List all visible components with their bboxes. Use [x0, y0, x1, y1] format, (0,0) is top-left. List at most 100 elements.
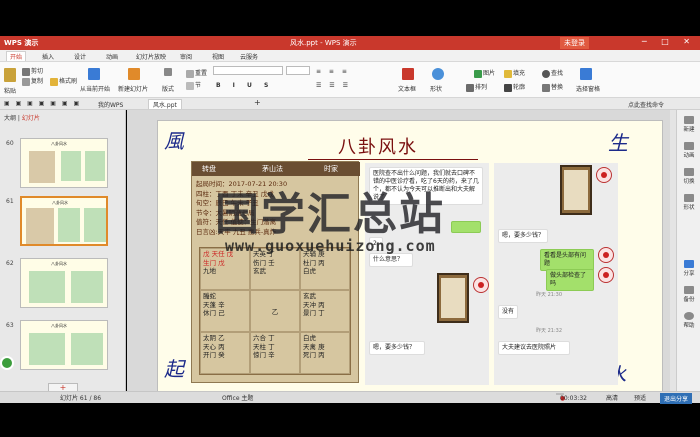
new-tab-icon[interactable]: +	[254, 98, 261, 107]
fill-button[interactable]: 填充	[504, 68, 525, 78]
replace-button[interactable]: 替换	[542, 82, 563, 92]
new-icon	[684, 116, 694, 124]
fill-label: 填充	[513, 70, 526, 77]
right-tool-new[interactable]: 新建	[679, 116, 699, 133]
tab-my-wps[interactable]: 我的WPS	[98, 100, 123, 109]
section-button[interactable]: 节	[186, 80, 201, 90]
right-tool-share[interactable]: 分享	[679, 260, 699, 277]
right-tool-backup[interactable]: 备份	[679, 286, 699, 303]
window-controls[interactable]: ─ □ ✕	[642, 37, 696, 46]
floating-assistant-icon[interactable]	[0, 356, 14, 370]
right-tool-shape[interactable]: 形状	[679, 194, 699, 211]
right-tool-panel: 新建 动画 切换 形状 分享 备份 帮助	[676, 110, 700, 397]
select-pane-button[interactable]	[580, 68, 593, 80]
text-format-buttons[interactable]: B I U S	[216, 82, 273, 89]
menu-slideshow[interactable]: 幻灯片放映	[136, 52, 166, 61]
format-painter-button[interactable]: 格式刷	[50, 76, 77, 86]
layout-label: 版式	[162, 86, 175, 93]
replace-icon	[542, 83, 550, 92]
exit-share-button[interactable]: 退出分享	[660, 393, 693, 404]
chat-timestamp: 昨天 21:30	[536, 292, 562, 298]
chat-message: 看看是头部有问题	[540, 249, 594, 271]
paste-button[interactable]	[4, 68, 17, 82]
font-size-select[interactable]	[286, 66, 310, 75]
menu-animation[interactable]: 动画	[106, 52, 118, 61]
fill-icon	[504, 69, 512, 78]
find-label: 查找	[551, 70, 564, 77]
menu-review[interactable]: 审阅	[180, 52, 192, 61]
format-painter-label: 格式刷	[59, 78, 78, 85]
shape-icon	[684, 194, 694, 202]
slide-number: 63	[6, 322, 14, 329]
status-bar: 幻灯片 61 / 86 Office 主题 ● 00:03:32 高清 预适 退…	[0, 391, 700, 404]
title-bar: WPS 演示 风水.ppt - WPS 演示 未登录 ─ □ ✕	[0, 36, 700, 50]
slide-thumbnail[interactable]: 八卦风水	[20, 138, 108, 188]
reset-label: 重置	[195, 70, 208, 77]
menu-insert[interactable]: 插入	[42, 52, 54, 61]
command-search[interactable]: 点此查找命令	[628, 100, 664, 109]
watermark-text: 国学汇总站	[215, 189, 445, 240]
palace-cell: 螣蛇 天蓬 辛 休门 己	[200, 290, 250, 332]
play-icon	[88, 68, 100, 80]
menu-home[interactable]: 开始	[6, 51, 27, 61]
textbox-button[interactable]	[402, 68, 415, 80]
picture-button[interactable]: 图片	[474, 68, 495, 78]
paste-label: 粘贴	[4, 88, 17, 95]
quick-access-toolbar[interactable]: ▣ ▣ ▣ ▣ ▣ ▣ ▣	[4, 100, 81, 107]
slide-thumbnail[interactable]: 八卦风水	[20, 320, 108, 370]
menu-view[interactable]: 视图	[212, 52, 224, 61]
paragraph-list-buttons[interactable]: ☰ ☰ ☰	[316, 82, 351, 89]
find-button[interactable]: 查找	[542, 68, 563, 78]
tab-outline[interactable]: 大纲	[4, 115, 16, 122]
palace-cell: 玄武 天冲 丙 景门 丁	[300, 290, 350, 332]
slide-thumbnail[interactable]: 八卦风水	[20, 258, 108, 308]
right-tool-animation[interactable]: 动画	[679, 142, 699, 159]
new-slide-label: 新建幻灯片	[118, 86, 149, 93]
reset-button[interactable]: 重置	[186, 68, 207, 78]
paragraph-align-buttons[interactable]: ≡ ≡ ≡	[316, 68, 350, 75]
chat-message: 做头部检查了吗	[546, 269, 594, 291]
transition-icon	[684, 168, 694, 176]
watermark-url: www.guoxuehuizong.com	[225, 237, 436, 255]
slide-number: 60	[6, 140, 14, 147]
chat-image	[560, 165, 592, 215]
shape-button[interactable]: 形状	[430, 84, 442, 93]
title-underline	[308, 159, 478, 160]
shape-icon	[432, 68, 445, 80]
outline-label: 轮廓	[513, 84, 526, 91]
tab-shijia: 时家	[324, 165, 338, 173]
document-tabs: ▣ ▣ ▣ ▣ ▣ ▣ ▣ 我的WPS 风水.ppt + 点此查找命令	[0, 98, 700, 110]
right-tool-transition[interactable]: 切换	[679, 168, 699, 185]
slide-thumbnail-selected[interactable]: 八卦风水	[20, 196, 108, 246]
tab-slides[interactable]: 幻灯片	[22, 115, 40, 122]
quality-button[interactable]: 高清	[606, 393, 618, 402]
calligraphy-qi: 起	[164, 357, 184, 381]
chat-screenshot-right: 嗯，要多少钱？ 看看是头部有问题 做头部检查了吗 昨天 21:30 没有 昨天 …	[494, 163, 618, 385]
brush-icon	[50, 77, 58, 86]
app-name[interactable]: WPS 演示	[4, 38, 38, 48]
copy-label: 复制	[31, 78, 44, 85]
outline-button[interactable]: 轮廓	[504, 82, 525, 92]
scissors-icon	[22, 67, 30, 76]
current-slide[interactable]: 風 生 起 水 八卦风水 转盘 茅山法 时家 起局时间：2017-07-21 2…	[157, 120, 663, 392]
from-current-button[interactable]	[88, 68, 101, 80]
cut-button[interactable]: 剪切	[22, 66, 43, 76]
login-button[interactable]: 未登录	[560, 37, 589, 49]
layout-button[interactable]	[164, 68, 173, 76]
share-icon	[684, 260, 694, 268]
reset-icon	[186, 69, 194, 78]
calligraphy-sheng: 生	[608, 131, 628, 155]
right-tool-help[interactable]: 帮助	[679, 312, 699, 329]
copy-button[interactable]: 复制	[22, 76, 43, 86]
preview-button[interactable]: 预适	[634, 393, 646, 402]
arrange-button[interactable]: 排列	[466, 82, 487, 92]
ribbon-toolbar: 粘贴 剪切 复制 格式刷 从当前开始 新建幻灯片 版式 重置 节 B I U S…	[0, 62, 700, 98]
copy-icon	[22, 77, 30, 86]
menu-cloud[interactable]: 云服务	[240, 52, 258, 61]
font-name-select[interactable]	[213, 66, 283, 75]
menu-design[interactable]: 设计	[74, 52, 86, 61]
new-slide-button[interactable]	[128, 68, 141, 80]
chat-image	[437, 273, 469, 323]
palace-cell: 白虎 天禽 庚 死门 丙	[300, 332, 350, 374]
tab-document[interactable]: 风水.ppt	[148, 99, 182, 109]
